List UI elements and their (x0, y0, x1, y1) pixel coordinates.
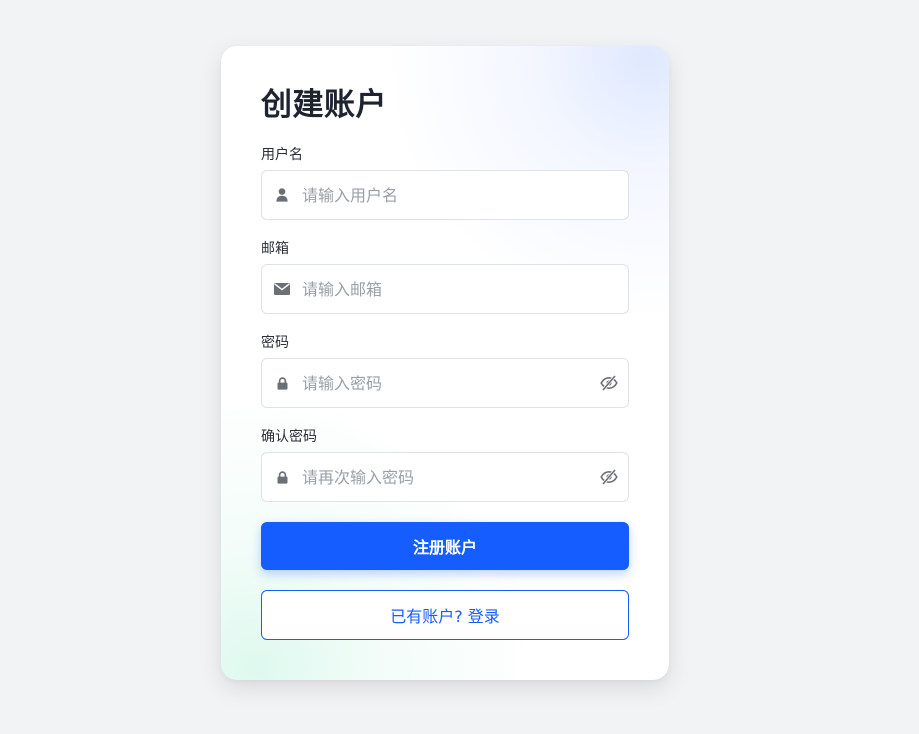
password-input[interactable] (302, 359, 582, 407)
password-field[interactable] (261, 358, 629, 408)
envelope-icon (272, 279, 292, 299)
confirm-password-input[interactable] (302, 453, 582, 501)
email-label: 邮箱 (261, 241, 289, 257)
user-icon (272, 185, 292, 205)
register-button[interactable]: 注册账户 (261, 522, 629, 570)
confirm-password-label: 确认密码 (261, 429, 317, 445)
register-card: 创建账户 用户名 邮箱 密码 (221, 46, 669, 680)
password-label: 密码 (261, 335, 289, 351)
login-link-button[interactable]: 已有账户? 登录 (261, 590, 629, 640)
confirm-password-field[interactable] (261, 452, 629, 502)
email-input[interactable] (302, 265, 582, 313)
username-input[interactable] (302, 171, 582, 219)
lock-icon (272, 467, 292, 487)
eye-slash-icon[interactable] (600, 468, 618, 486)
email-field[interactable] (261, 264, 629, 314)
lock-icon (272, 373, 292, 393)
page-title: 创建账户 (261, 87, 387, 123)
username-field[interactable] (261, 170, 629, 220)
eye-slash-icon[interactable] (600, 374, 618, 392)
username-label: 用户名 (261, 147, 303, 163)
